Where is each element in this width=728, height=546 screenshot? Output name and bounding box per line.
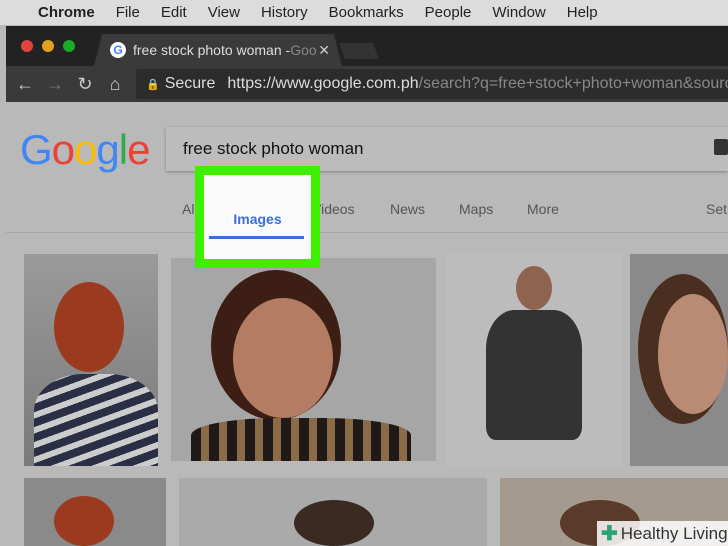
url-host: https://www.google.com.ph xyxy=(227,75,419,92)
back-icon[interactable]: ← xyxy=(10,74,40,95)
menu-history[interactable]: History xyxy=(261,4,308,21)
photo-subject xyxy=(54,282,124,372)
photo-subject-body xyxy=(486,310,582,440)
photo-subject xyxy=(54,496,114,546)
image-result[interactable] xyxy=(446,254,622,466)
search-query: free stock photo woman xyxy=(183,139,364,158)
tab-title-faded: Goo xyxy=(290,42,317,58)
secure-label: Secure xyxy=(164,75,216,92)
healthy-living-plus-icon: ✚ xyxy=(601,522,618,545)
close-window-button[interactable] xyxy=(21,40,33,52)
menu-help[interactable]: Help xyxy=(567,4,598,21)
menu-people[interactable]: People xyxy=(425,4,472,21)
browser-toolbar: ← → ↻ ⌂ 🔒 Secure https://www.google.com.… xyxy=(6,66,728,102)
tab-settings[interactable]: Set xyxy=(706,201,727,217)
photo-subject-body xyxy=(34,374,158,466)
tab-more[interactable]: More xyxy=(527,201,559,217)
camera-icon[interactable] xyxy=(714,139,728,155)
address-bar[interactable]: 🔒 Secure https://www.google.com.ph /sear… xyxy=(136,69,728,99)
divider xyxy=(6,232,728,233)
logo-letter: o xyxy=(51,126,75,173)
reload-icon[interactable]: ↻ xyxy=(70,74,100,95)
images-tab-highlight: Images xyxy=(195,166,320,268)
logo-letter: e xyxy=(127,126,150,173)
lock-icon: 🔒 xyxy=(146,78,160,91)
photo-subject xyxy=(294,500,374,546)
tab-title: free stock photo woman - xyxy=(133,42,291,58)
google-favicon-icon: G xyxy=(110,42,126,58)
active-tab-underline xyxy=(209,236,304,239)
logo-letter: o xyxy=(74,126,97,173)
watermark: ✚ Healthy Living xyxy=(597,521,728,546)
forward-icon[interactable]: → xyxy=(40,74,70,95)
menu-window[interactable]: Window xyxy=(492,4,545,21)
tab-close-icon[interactable]: ✕ xyxy=(318,42,330,59)
tab-maps[interactable]: Maps xyxy=(459,201,493,217)
google-results-page: Google free stock photo woman All Videos… xyxy=(6,102,728,546)
mac-menubar: Chrome File Edit View History Bookmarks … xyxy=(0,0,728,25)
photo-subject-body xyxy=(191,418,411,461)
menu-edit[interactable]: Edit xyxy=(161,4,187,21)
new-tab-button[interactable] xyxy=(339,43,379,59)
browser-window: G free stock photo woman - Goo ✕ ← → ↻ ⌂… xyxy=(6,26,728,102)
search-tabs: All Videos News Maps More Set xyxy=(6,201,728,219)
menu-view[interactable]: View xyxy=(208,4,240,21)
browser-tab[interactable]: G free stock photo woman - Goo ✕ xyxy=(94,34,342,66)
window-controls xyxy=(21,40,75,52)
tab-images-label: Images xyxy=(233,211,282,227)
home-icon[interactable]: ⌂ xyxy=(100,74,130,95)
search-input[interactable]: free stock photo woman xyxy=(166,127,728,171)
watermark-text: Healthy Living xyxy=(620,523,728,543)
image-result[interactable] xyxy=(630,254,728,466)
google-logo[interactable]: Google xyxy=(20,126,150,174)
menu-file[interactable]: File xyxy=(116,4,140,21)
image-result[interactable] xyxy=(24,254,158,466)
logo-letter: G xyxy=(20,126,53,173)
image-result[interactable] xyxy=(179,478,487,546)
photo-subject xyxy=(516,266,552,310)
tab-news[interactable]: News xyxy=(390,201,425,217)
maximize-window-button[interactable] xyxy=(63,40,75,52)
minimize-window-button[interactable] xyxy=(42,40,54,52)
photo-subject-face xyxy=(233,298,333,418)
image-result[interactable] xyxy=(24,478,166,546)
photo-subject-face xyxy=(658,294,728,414)
image-result[interactable] xyxy=(171,258,436,461)
logo-letter: l xyxy=(118,126,128,173)
menu-bookmarks[interactable]: Bookmarks xyxy=(329,4,404,21)
url-path: /search?q=free+stock+photo+woman&sourc xyxy=(418,75,728,92)
tab-images[interactable]: Images xyxy=(204,175,311,259)
menu-chrome[interactable]: Chrome xyxy=(38,4,95,21)
logo-letter: g xyxy=(96,126,119,173)
